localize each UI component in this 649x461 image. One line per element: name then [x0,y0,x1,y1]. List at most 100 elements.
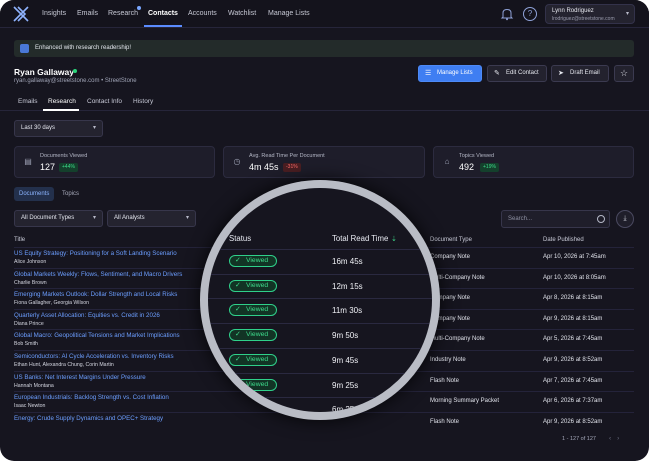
document-type-filter[interactable]: All Document Types ▾ [14,210,103,227]
edit-icon: ✎ [494,70,500,77]
column-header-document-type[interactable]: Document Type [430,237,472,243]
magnifier-lens: Status Total Read Time ⇣ ✓ Viewed 16m 45s ✓… [208,188,432,412]
eye-check-icon: ✓ [235,306,241,314]
nav-research[interactable]: Research [108,10,138,17]
nav-accounts[interactable]: Accounts [188,10,217,17]
row-divider [208,372,432,374]
nav-insights[interactable]: Insights [42,10,66,17]
pagination-arrows[interactable]: ‹› [609,435,625,442]
download-icon[interactable]: ⤓ [616,210,634,228]
status-label: Viewed [246,281,269,289]
nav-emails[interactable]: Emails [77,10,98,17]
nav-contacts[interactable]: Contacts [148,10,178,17]
eye-check-icon: ✓ [235,355,241,363]
app-logo-icon[interactable] [12,6,30,22]
row-divider [208,249,432,250]
total-read-time: 11m 30s [332,306,363,316]
document-title-link[interactable]: US Equity Strategy: Positioning for a So… [14,250,177,257]
status-badge: ✓ Viewed [229,403,277,412]
list-icon: ☰ [425,70,432,77]
online-status-dot [73,69,77,73]
bell-icon[interactable] [500,7,514,21]
total-read-time: 9m 25s [332,380,359,390]
document-title-link[interactable]: Quarterly Asset Allocation: Equities vs.… [14,312,160,319]
document-title-link[interactable]: Emerging Markets Outlook: Dollar Strengt… [14,291,177,298]
column-header-title[interactable]: Title [14,237,25,243]
contact-name: Ryan Gallaway [14,67,75,77]
sort-arrow-icon[interactable]: ⇣ [391,235,397,243]
stat-value: 4m 45s [249,162,279,172]
column-header-status[interactable]: Status [229,234,251,243]
edit-contact-button[interactable]: ✎ Edit Contact [487,65,547,82]
star-icon[interactable]: ☆ [614,65,634,82]
date-published: Apr 10, 2026 at 7:45am [543,254,606,260]
document-title-link[interactable]: US Banks: Net Interest Margins Under Pre… [14,374,146,381]
stat-delta-badge: +19% [480,163,499,172]
clock-icon: ◷ [233,157,241,166]
subtab-topics[interactable]: Topics [57,187,84,201]
manage-lists-label: Manage Lists [437,70,473,76]
status-badge: ✓ Viewed [229,279,277,292]
status-badge: ✓ Viewed [229,255,277,267]
document-type-filter-value: All Document Types [21,215,75,221]
document-type: Flash Note [430,418,460,425]
date-published: Apr 9, 2026 at 8:52am [543,418,603,425]
user-email: lrodriguez@streetstone.com [552,16,615,22]
draft-email-button[interactable]: ➤ Draft Email [551,65,609,82]
chevron-down-icon: ▾ [92,215,96,221]
status-label: Viewed [246,405,269,412]
eye-check-icon: ✓ [235,405,241,412]
document-type: Morning Summary Packet [430,398,500,405]
help-icon[interactable]: ? [523,7,537,21]
date-published: Apr 9, 2026 at 8:52am [543,357,603,363]
column-header-date-published[interactable]: Date Published [543,237,584,243]
document-type: Industry Note [430,357,466,363]
document-title-link[interactable]: Global Macro: Geopolitical Tensions and … [14,332,180,339]
document-title-link[interactable]: Global Markets Weekly: Flows, Sentiment,… [14,271,182,278]
tab-history[interactable]: History [133,98,153,105]
eye-check-icon: ✓ [235,257,241,264]
send-icon: ➤ [558,70,564,77]
tab-contact-info[interactable]: Contact Info [87,98,122,105]
row-divider [208,273,432,275]
stat-value: 127 [40,162,56,172]
column-header-total-read-time[interactable]: Total Read Time [332,234,388,243]
date-published: Apr 7, 2026 at 7:45am [543,377,603,384]
date-published: Apr 5, 2026 at 7:45am [543,336,603,343]
chevron-down-icon: ▾ [92,125,96,131]
nav-manage-lists[interactable]: Manage Lists [268,10,310,17]
document-authors: Fiona Gallagher, Georgia Wilson [14,300,89,307]
search-input[interactable]: Search... [501,210,610,228]
stat-label: Avg. Read Time Per Document [249,153,325,159]
status-badge: ✓ Viewed [229,353,277,366]
date-published: Apr 9, 2026 at 8:15am [543,315,603,322]
pagination-count: 1 - 127 of 127 [562,436,596,442]
contact-tabs: Emails Research Contact Info History [0,95,649,111]
nav-watchlist[interactable]: Watchlist [228,10,256,17]
document-type: Company Note [430,254,471,260]
user-menu[interactable]: Lynn Rodriguez lrodriguez@streetstone.co… [545,4,635,24]
document-title-link[interactable]: European Industrials: Backlog Strength v… [14,394,169,401]
tab-emails[interactable]: Emails [18,98,38,105]
document-title-link[interactable]: Energy: Crude Supply Dynamics and OPEC+ … [14,415,163,422]
period-select-value: Last 30 days [21,125,56,131]
top-nav: Insights Emails Research Contacts Accoun… [0,0,649,28]
row-divider [208,397,432,399]
banner-text: Enhanced with research readership! [35,45,132,51]
stat-delta-badge: -31% [283,163,301,172]
date-published: Apr 6, 2026 at 7:37am [543,398,603,405]
period-select[interactable]: Last 30 days ▾ [14,120,103,137]
status-label: Viewed [246,331,269,339]
document-title-link[interactable]: Semiconductors: AI Cycle Acceleration vs… [14,353,174,360]
total-read-time: 16m 45s [332,257,363,266]
manage-lists-button[interactable]: ☰ Manage Lists [418,65,482,82]
row-divider [208,347,432,349]
status-label: Viewed [246,306,269,314]
tab-research[interactable]: Research [48,98,76,105]
analyst-filter[interactable]: All Analysts ▾ [107,210,196,227]
stat-label: Documents Viewed [40,153,88,159]
tag-icon: ⌂ [444,157,450,166]
subtab-documents[interactable]: Documents [14,187,55,201]
stat-label: Topics Viewed [459,153,495,159]
row-divider [208,323,432,325]
